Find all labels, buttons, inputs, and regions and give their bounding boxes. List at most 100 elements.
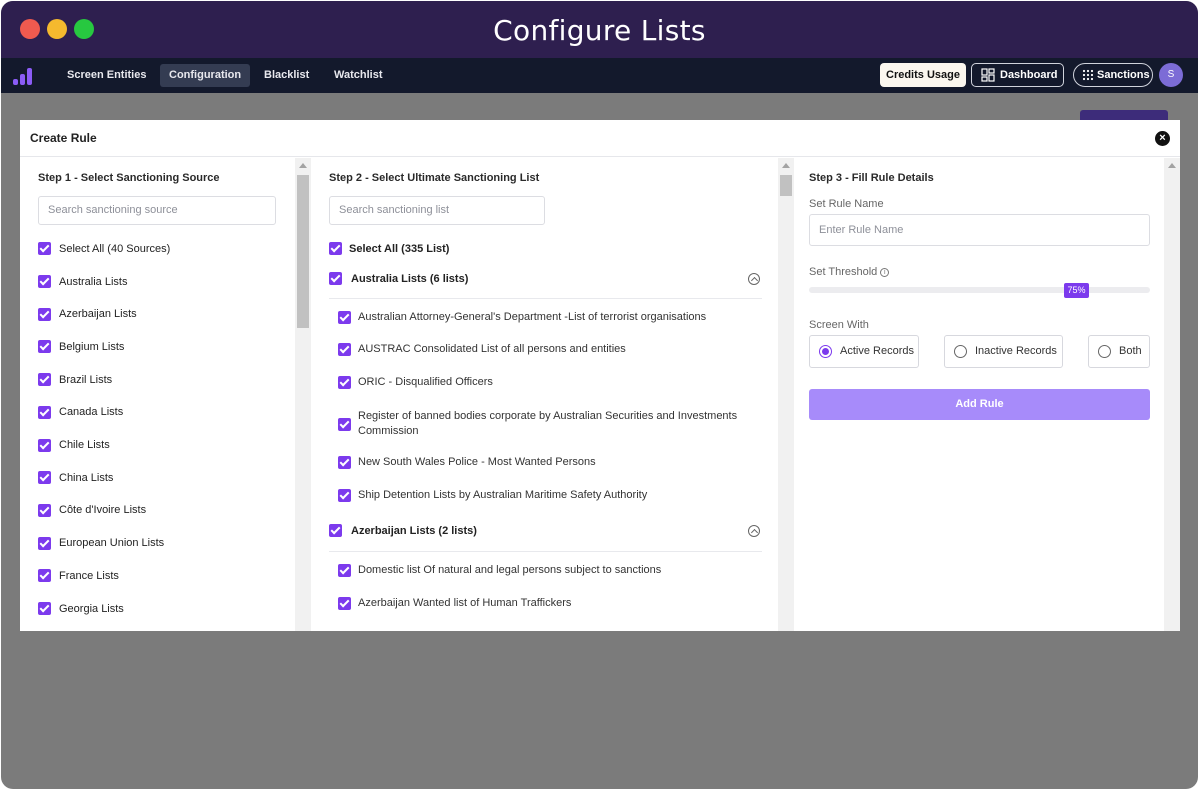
radio-both[interactable]: Both — [1088, 335, 1150, 368]
scroll-up-arrow-icon[interactable] — [782, 163, 790, 168]
step2-scroll-thumb[interactable] — [780, 175, 792, 196]
threshold-slider[interactable] — [809, 287, 1150, 293]
checkbox-checked-icon — [329, 242, 342, 255]
add-rule-button[interactable]: Add Rule — [809, 389, 1150, 420]
user-avatar[interactable]: S — [1159, 63, 1183, 87]
sanctions-button[interactable]: Sanctions — [1073, 63, 1153, 87]
dashboard-button[interactable]: Dashboard — [971, 63, 1064, 87]
source-label: Brazil Lists — [59, 373, 113, 386]
source-label: European Union Lists — [59, 537, 165, 550]
source-checkbox[interactable]: Chile Lists — [38, 438, 110, 452]
list-item-checkbox[interactable]: New South Wales Police - Most Wanted Per… — [338, 455, 738, 470]
list-group-label: Azerbaijan Lists (2 lists) — [351, 524, 477, 537]
checkbox-checked-icon — [38, 569, 51, 583]
select-all-sources-label: Select All (40 Sources) — [59, 242, 171, 255]
source-checkbox[interactable]: European Union Lists — [38, 536, 165, 550]
source-checkbox[interactable]: Georgia Lists — [38, 602, 124, 615]
close-modal-icon[interactable]: × — [1155, 131, 1170, 146]
scroll-up-arrow-icon[interactable] — [299, 163, 307, 168]
nav-watchlist[interactable]: Watchlist — [325, 64, 392, 87]
source-checkbox[interactable]: Canada Lists — [38, 405, 124, 419]
checkbox-checked-icon — [338, 311, 351, 324]
step3-scrollbar[interactable] — [1164, 158, 1180, 631]
list-search-input[interactable]: Search sanctioning list — [329, 196, 545, 225]
step1-title: Step 1 - Select Sanctioning Source — [38, 172, 220, 184]
app-window: Configure Lists Screen Entities Configur… — [1, 1, 1198, 789]
radio-inactive-records[interactable]: Inactive Records — [944, 335, 1063, 368]
list-item-label: Ship Detention Lists by Australian Marit… — [358, 489, 648, 501]
checkbox-checked-icon — [338, 456, 351, 469]
credits-usage-button[interactable]: Credits Usage — [880, 63, 966, 87]
source-checkbox[interactable]: Brazil Lists — [38, 373, 113, 387]
grid-dots-icon — [1082, 69, 1094, 81]
checkbox-checked-icon — [338, 489, 351, 502]
list-item-checkbox[interactable]: Ship Detention Lists by Australian Marit… — [338, 488, 738, 503]
dashboard-icon — [981, 68, 995, 82]
source-checkbox[interactable]: China Lists — [38, 471, 114, 485]
select-all-lists-checkbox[interactable]: Select All (335 List) — [329, 242, 449, 255]
group-divider — [329, 551, 762, 552]
checkbox-checked-icon — [38, 438, 51, 452]
sanctions-label: Sanctions — [1097, 69, 1150, 81]
radio-both-label: Both — [1119, 345, 1142, 357]
list-item-checkbox[interactable]: AUSTRAC Consolidated List of all persons… — [338, 342, 738, 357]
list-item-label: New South Wales Police - Most Wanted Per… — [358, 456, 596, 468]
list-item-label: Azerbaijan Wanted list of Human Traffick… — [358, 597, 572, 609]
source-label: Georgia Lists — [59, 602, 124, 615]
step2-panel: Step 2 - Select Ultimate Sanctioning Lis… — [311, 158, 778, 631]
nav-blacklist[interactable]: Blacklist — [255, 64, 318, 87]
source-label: Azerbaijan Lists — [59, 308, 137, 321]
step3-panel: Step 3 - Fill Rule Details Set Rule Name… — [794, 158, 1164, 631]
list-group-label: Australia Lists (6 lists) — [351, 272, 469, 285]
list-item-checkbox[interactable]: Australian Attorney-General's Department… — [338, 310, 738, 325]
step1-panel: Step 1 - Select Sanctioning Source Searc… — [20, 158, 295, 631]
list-item-checkbox[interactable]: ORIC - Disqualified Officers — [338, 375, 738, 390]
chevron-up-icon[interactable] — [748, 273, 760, 285]
checkbox-checked-icon — [38, 405, 51, 419]
checkbox-checked-icon — [38, 602, 51, 615]
source-checkbox[interactable]: France Lists — [38, 569, 119, 583]
list-item-checkbox[interactable]: Domestic list Of natural and legal perso… — [338, 563, 738, 578]
radio-active-records[interactable]: Active Records — [809, 335, 919, 368]
source-label: Canada Lists — [59, 406, 124, 419]
source-label: China Lists — [59, 471, 114, 484]
select-all-lists-label: Select All (335 List) — [349, 242, 450, 255]
logo-icon[interactable] — [13, 68, 35, 85]
checkbox-checked-icon — [38, 471, 51, 485]
source-checkbox[interactable]: Azerbaijan Lists — [38, 307, 137, 321]
list-group-checkbox[interactable]: Azerbaijan Lists (2 lists) — [329, 524, 477, 537]
window-title: Configure Lists — [493, 14, 706, 47]
rule-name-input[interactable]: Enter Rule Name — [809, 214, 1150, 246]
top-navbar: Screen Entities Configuration Blacklist … — [1, 58, 1198, 93]
nav-configuration[interactable]: Configuration — [160, 64, 251, 87]
rule-name-label: Set Rule Name — [809, 198, 884, 210]
info-icon[interactable]: i — [880, 268, 890, 277]
list-group-checkbox[interactable]: Australia Lists (6 lists) — [329, 272, 468, 285]
source-checkbox[interactable]: Belgium Lists — [38, 340, 124, 354]
threshold-value-badge[interactable]: 75% — [1064, 283, 1089, 298]
source-checkbox[interactable]: Australia Lists — [38, 275, 127, 288]
list-item-label: Register of banned bodies corporate by A… — [358, 410, 738, 437]
checkbox-checked-icon — [338, 343, 351, 356]
step2-scrollbar[interactable] — [778, 158, 794, 631]
threshold-label: Set Threshold — [809, 266, 878, 278]
checkbox-checked-icon — [38, 503, 51, 517]
source-search-input[interactable]: Search sanctioning source — [38, 196, 276, 225]
scroll-up-arrow-icon[interactable] — [1168, 163, 1176, 168]
list-item-checkbox[interactable]: Azerbaijan Wanted list of Human Traffick… — [338, 596, 738, 611]
group-divider — [329, 298, 762, 299]
step1-scroll-thumb[interactable] — [297, 175, 309, 328]
radio-unselected-icon — [1098, 345, 1111, 358]
step1-scrollbar[interactable] — [295, 158, 311, 631]
checkbox-checked-icon — [338, 597, 351, 610]
checkbox-checked-icon — [38, 340, 51, 354]
nav-screen-entities[interactable]: Screen Entities — [58, 64, 155, 87]
step3-title: Step 3 - Fill Rule Details — [809, 172, 934, 184]
source-checkbox[interactable]: Côte d'Ivoire Lists — [38, 503, 146, 517]
chevron-up-icon[interactable] — [748, 525, 760, 537]
list-item-label: Domestic list Of natural and legal perso… — [358, 564, 662, 576]
checkbox-checked-icon — [338, 564, 351, 577]
list-item-checkbox[interactable]: Register of banned bodies corporate by A… — [338, 409, 738, 439]
select-all-sources-checkbox[interactable]: Select All (40 Sources) — [38, 242, 170, 255]
modal-title: Create Rule — [30, 131, 97, 145]
